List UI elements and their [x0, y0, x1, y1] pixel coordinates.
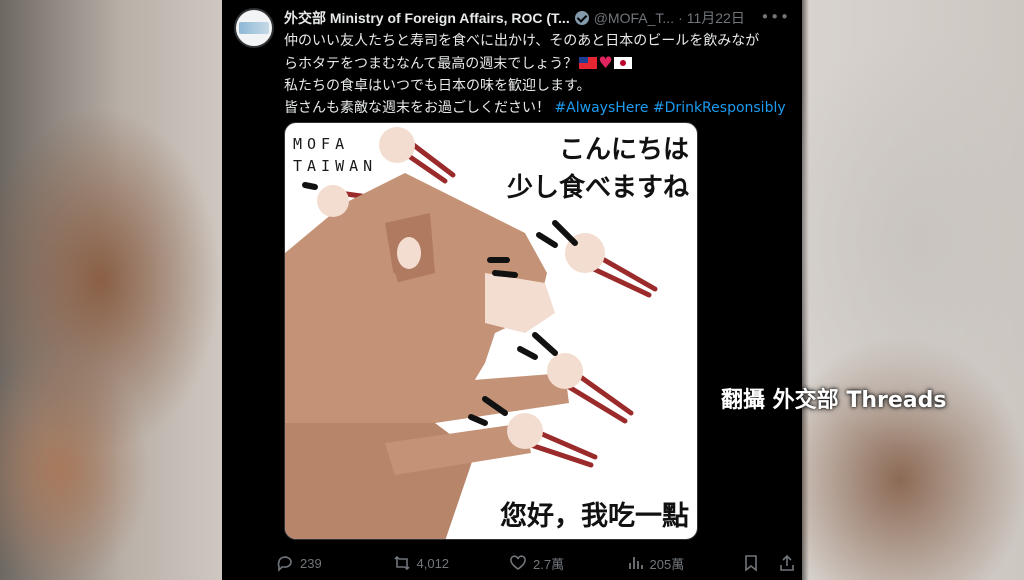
post-image[interactable]: MOFA TAIWAN こんにちは 少し食べますね 您好，我吃一點 — [284, 122, 698, 540]
action-bar: 239 4,012 2.7萬 205萬 — [276, 550, 796, 576]
japan-flag-icon — [613, 57, 632, 69]
hashtag-drink-responsibly[interactable]: #DrinkResponsibly — [653, 100, 786, 116]
reply-count: 239 — [300, 555, 322, 571]
views-button[interactable]: 205萬 — [626, 554, 743, 573]
logo-line1: MOFA — [293, 135, 350, 153]
hashtag-always-here[interactable]: #AlwaysHere — [554, 100, 648, 116]
post-text-line-content: 皆さんも素敵な週末をお過ごしください！ — [284, 100, 550, 116]
author-handle[interactable]: @MOFA_T... — [594, 10, 674, 26]
author-name[interactable]: 外交部 Ministry of Foreign Affairs, ROC (T.… — [284, 8, 570, 28]
reply-icon — [277, 556, 292, 572]
repost-icon — [393, 555, 410, 571]
views-icon — [628, 557, 643, 569]
red-heart-icon: ♥ — [598, 53, 613, 72]
avatar[interactable] — [234, 8, 274, 48]
post-text-line: 仲のいい友人たちと寿司を食べに出かけ、そのあと日本のビールを飲みなが — [284, 33, 760, 49]
post-text-line-content: らホタテをつまむなんて最高の週末でしょう？ — [284, 56, 578, 72]
more-horizontal-icon[interactable]: ••• — [760, 8, 790, 26]
japanese-caption: こんにちは 少し食べますね — [459, 131, 689, 207]
watermark-text: 翻攝 外交部 Threads — [721, 388, 947, 413]
post-text-line: らホタテをつまむなんて最高の週末でしょう？ ♥ — [284, 52, 794, 75]
cat-inner-ear — [397, 237, 421, 269]
reply-button[interactable]: 239 — [276, 554, 393, 572]
jp-caption-line2: 少し食べますね — [506, 173, 689, 203]
post-text-line: 私たちの食卓はいつでも日本の味を歓迎します。 — [284, 78, 591, 94]
like-button[interactable]: 2.7萬 — [509, 554, 626, 573]
action-bar-right — [742, 554, 796, 572]
post-header: 外交部 Ministry of Foreign Affairs, ROC (T.… — [284, 8, 790, 28]
taiwan-flag-icon — [579, 57, 598, 69]
bookmark-icon[interactable] — [742, 554, 760, 572]
verified-badge-icon — [574, 11, 589, 25]
post-date[interactable]: 11月22日 — [687, 8, 745, 28]
post-text: 仲のいい友人たちと寿司を食べに出かけ、そのあと日本のビールを飲みなが らホタテを… — [284, 30, 794, 119]
repost-count: 4,012 — [416, 555, 450, 571]
chinese-caption: 您好，我吃一點 — [500, 501, 689, 532]
mofa-taiwan-logo: MOFA TAIWAN — [293, 133, 373, 177]
mofa-logo-icon — [239, 22, 269, 34]
views-count: 205萬 — [649, 556, 685, 572]
share-icon[interactable] — [778, 554, 796, 572]
logo-line2: TAIWAN — [293, 157, 378, 175]
post-text-line: 皆さんも素敵な週末をお過ごしください！ #AlwaysHere #DrinkRe… — [284, 97, 794, 119]
separator-dot: · — [678, 10, 683, 26]
like-icon — [510, 555, 526, 570]
post-card: 外交部 Ministry of Foreign Affairs, ROC (T.… — [222, 0, 802, 580]
like-count: 2.7萬 — [533, 556, 565, 572]
repost-button[interactable]: 4,012 — [393, 554, 510, 572]
jp-caption-line1: こんにちは — [558, 135, 689, 165]
